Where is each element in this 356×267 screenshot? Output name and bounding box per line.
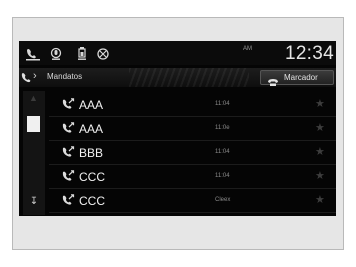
battery-signal-icon[interactable] <box>74 46 90 61</box>
scroll-up-icon[interactable]: ▲ <box>29 93 38 103</box>
call-contact-name: BBB <box>79 146 104 160</box>
dialer-button-label: Marcador <box>284 73 318 82</box>
favorite-star-icon[interactable]: ★ <box>315 97 325 110</box>
clock: 12:34 <box>284 43 334 64</box>
call-time: Cleex <box>215 197 231 203</box>
list-header: › Mandatos Marcador <box>19 68 336 87</box>
favorite-star-icon[interactable]: ★ <box>315 169 325 182</box>
page-title: Mandatos <box>47 72 83 81</box>
microphone-icon[interactable] <box>48 46 64 61</box>
call-contact-name: AAA <box>79 98 104 112</box>
phone-transfer-icon[interactable] <box>25 46 41 61</box>
call-time: 11:04 <box>215 149 230 155</box>
call-contact-name: CCC <box>79 170 105 184</box>
status-bar: AM 12:34 <box>19 41 336 65</box>
scroll-thumb[interactable] <box>27 116 40 132</box>
dialer-button[interactable]: Marcador <box>260 70 334 86</box>
scrollbar[interactable]: ▲ ↧ <box>23 91 45 215</box>
call-row[interactable]: BBB 11:04 ★ <box>49 141 336 165</box>
scroll-down-icon[interactable]: ↧ <box>27 195 41 209</box>
sync-icon[interactable] <box>95 46 111 61</box>
infotainment-screen: AM 12:34 › Mandatos Marcador ▲ ↧ AAA 11:… <box>19 41 336 216</box>
clock-period: AM <box>243 46 252 52</box>
outgoing-call-icon <box>61 170 75 188</box>
outgoing-call-icon <box>61 122 75 140</box>
chevron-right-icon: › <box>33 70 37 82</box>
call-time: 11:04 <box>215 101 230 107</box>
favorite-star-icon[interactable]: ★ <box>315 193 325 206</box>
phone-book-icon <box>267 74 279 92</box>
call-time: 11:0e <box>215 125 230 131</box>
outgoing-call-icon <box>61 146 75 164</box>
outgoing-call-icon <box>61 194 75 212</box>
favorite-star-icon[interactable]: ★ <box>315 121 325 134</box>
call-row[interactable]: CCC 11:04 ★ <box>49 165 336 189</box>
phone-icon <box>20 71 32 89</box>
call-row[interactable]: AAA 11:04 ★ <box>49 93 336 117</box>
call-contact-name: CCC <box>79 194 105 208</box>
call-contact-name: AAA <box>79 122 104 136</box>
favorite-star-icon[interactable]: ★ <box>315 145 325 158</box>
call-row[interactable]: AAA 11:0e ★ <box>49 117 336 141</box>
outgoing-call-icon <box>61 98 75 116</box>
call-row[interactable]: CCC Cleex ★ <box>49 189 336 213</box>
call-time: 11:04 <box>215 173 230 179</box>
call-history-list: AAA 11:04 ★ AAA 11:0e ★ BBB 11:04 ★ CCC … <box>49 93 336 213</box>
